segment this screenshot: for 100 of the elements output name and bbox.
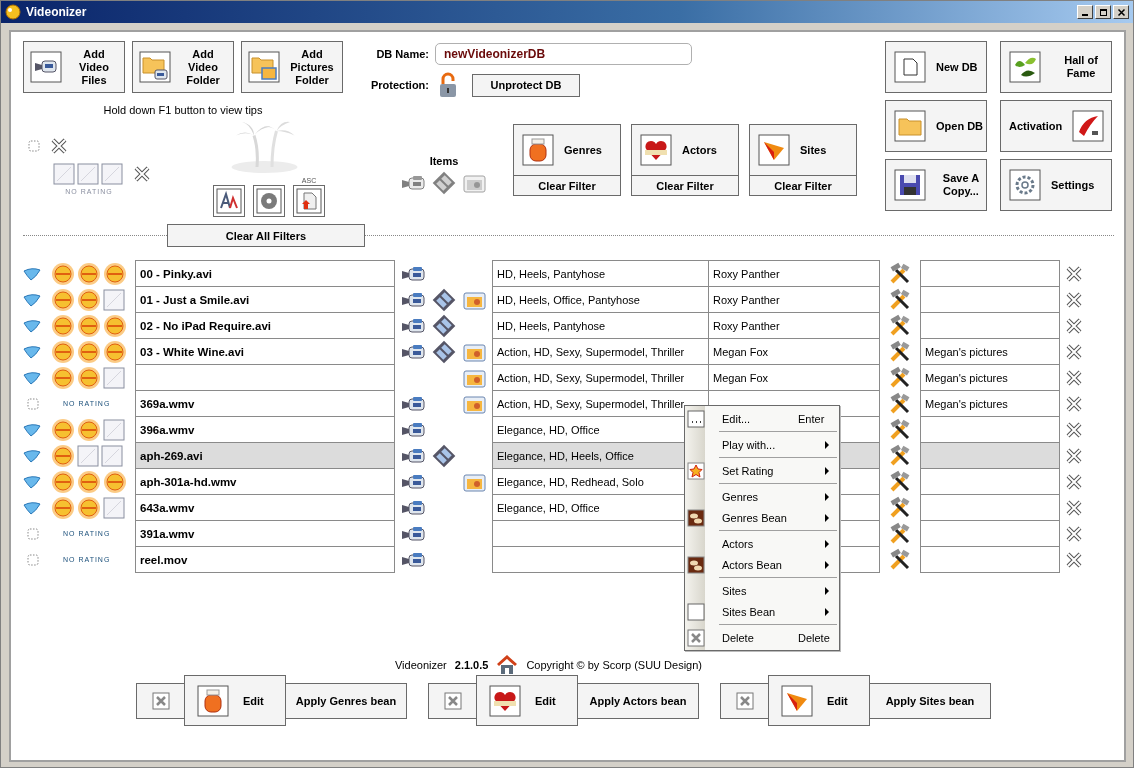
tools-icon[interactable] xyxy=(888,547,912,572)
delete-icon[interactable] xyxy=(1065,446,1083,465)
menu-item[interactable]: Set Rating xyxy=(685,460,839,481)
tools-icon[interactable] xyxy=(888,287,912,312)
checkbox[interactable] xyxy=(23,292,41,307)
apply-bean-button[interactable]: Apply Actors bean xyxy=(577,682,699,719)
checkbox[interactable] xyxy=(23,344,41,359)
delete-icon[interactable] xyxy=(1065,472,1083,491)
clear-all-filters-button[interactable]: Clear All Filters xyxy=(167,224,365,247)
checkbox[interactable] xyxy=(23,318,41,333)
delete-icon[interactable] xyxy=(1065,550,1083,569)
menu-item[interactable]: Sites Bean xyxy=(685,601,839,622)
name-cell[interactable]: aph-301a-hd.wmv xyxy=(135,468,395,495)
checkbox[interactable] xyxy=(27,527,39,540)
tools-icon[interactable] xyxy=(888,261,912,286)
clear-button[interactable] xyxy=(428,682,477,719)
db-button[interactable]: Open DB xyxy=(885,100,987,152)
name-cell[interactable]: 03 - White Wine.avi xyxy=(135,338,395,365)
tools-icon[interactable] xyxy=(888,365,912,390)
clear-filter-button[interactable]: Clear Filter xyxy=(749,175,857,196)
delete-icon[interactable] xyxy=(1065,264,1083,283)
sun-icon xyxy=(51,469,75,494)
app-name: Videonizer xyxy=(395,659,447,671)
maximize-button[interactable] xyxy=(1095,5,1111,19)
tools-icon[interactable] xyxy=(888,313,912,338)
add-button[interactable]: Add Video Files xyxy=(23,41,125,93)
menu-item-label: Play with... xyxy=(722,438,777,451)
name-cell[interactable]: 00 - Pinky.avi xyxy=(135,260,395,287)
name-cell[interactable]: 01 - Just a Smile.avi xyxy=(135,286,395,313)
name-cell[interactable]: 391a.wmv xyxy=(135,520,395,547)
add-button[interactable]: Add Pictures Folder xyxy=(241,41,343,93)
delete-icon[interactable] xyxy=(1065,316,1083,335)
sun-icon xyxy=(51,495,75,520)
sort-button[interactable] xyxy=(253,185,285,217)
menu-item[interactable]: Delete Delete xyxy=(685,627,839,648)
tools-icon[interactable] xyxy=(888,495,912,520)
tools-icon[interactable] xyxy=(888,339,912,364)
unprotect-button[interactable]: Unprotect DB xyxy=(472,73,580,97)
db-button[interactable]: New DB xyxy=(885,41,987,93)
tools-icon[interactable] xyxy=(888,391,912,416)
apply-bean-button[interactable]: Apply Sites bean xyxy=(869,682,991,719)
clear-filter-button[interactable]: Clear Filter xyxy=(513,175,621,196)
checkbox[interactable] xyxy=(27,553,39,566)
sun-icon xyxy=(103,261,127,286)
menu-item[interactable]: Edit... Enter xyxy=(685,408,839,429)
checkbox[interactable] xyxy=(23,370,41,385)
name-cell[interactable]: 369a.wmv xyxy=(135,390,395,417)
db-button[interactable]: Activation xyxy=(1000,100,1112,152)
sort-document-icon xyxy=(296,188,322,214)
name-cell[interactable] xyxy=(135,364,395,391)
delete-icon[interactable] xyxy=(1065,368,1083,387)
delete-icon[interactable] xyxy=(1065,420,1083,439)
tools-icon[interactable] xyxy=(888,443,912,468)
clear-button[interactable] xyxy=(136,682,185,719)
sun-icon xyxy=(51,443,75,468)
add-button[interactable]: Add Video Folder xyxy=(132,41,234,93)
delete-icon[interactable] xyxy=(1065,394,1083,413)
filter-button[interactable]: Genres xyxy=(513,124,621,176)
tools-icon[interactable] xyxy=(888,417,912,442)
close-button[interactable] xyxy=(1113,5,1129,19)
checkbox[interactable] xyxy=(23,448,41,463)
clear-filter-button[interactable]: Clear Filter xyxy=(631,175,739,196)
tools-icon[interactable] xyxy=(888,469,912,494)
menu-item[interactable]: Genres Bean xyxy=(685,507,839,528)
filter-button[interactable]: Actors xyxy=(631,124,739,176)
clear-button[interactable] xyxy=(720,682,769,719)
checkbox[interactable] xyxy=(28,140,40,152)
db-button[interactable]: Save A Copy... xyxy=(885,159,987,211)
name-cell[interactable]: aph-269.avi xyxy=(135,442,395,469)
edit-button[interactable]: Edit xyxy=(768,675,870,726)
minimize-button[interactable] xyxy=(1077,5,1093,19)
beans-icon xyxy=(687,555,705,574)
db-button[interactable]: Hall of Fame xyxy=(1000,41,1112,93)
delete-icon[interactable] xyxy=(1065,290,1083,309)
sort-button[interactable] xyxy=(293,185,325,217)
name-cell[interactable]: 02 - No iPad Require.avi xyxy=(135,312,395,339)
sun-icon xyxy=(103,313,127,338)
delete-icon[interactable] xyxy=(1065,524,1083,543)
sun-icon xyxy=(103,339,127,364)
name-cell[interactable]: 643a.wmv xyxy=(135,494,395,521)
edit-button[interactable]: Edit xyxy=(476,675,578,726)
db-name-field[interactable]: newVideonizerDB xyxy=(435,43,692,65)
filter-button[interactable]: Sites xyxy=(749,124,857,176)
edit-button[interactable]: Edit xyxy=(184,675,286,726)
menu-item[interactable]: Actors Bean xyxy=(685,554,839,575)
empty-slot-icon xyxy=(101,163,123,185)
checkbox[interactable] xyxy=(27,397,39,410)
db-button[interactable]: Settings xyxy=(1000,159,1112,211)
menu-item[interactable]: Sites xyxy=(685,580,839,601)
sort-button[interactable] xyxy=(213,185,245,217)
name-cell[interactable]: reel.mov xyxy=(135,546,395,573)
checkbox[interactable] xyxy=(23,266,41,281)
checkbox[interactable] xyxy=(23,422,41,437)
checkbox[interactable] xyxy=(23,474,41,489)
delete-icon[interactable] xyxy=(1065,342,1083,361)
checkbox[interactable] xyxy=(23,500,41,515)
tools-icon[interactable] xyxy=(888,521,912,546)
delete-icon[interactable] xyxy=(1065,498,1083,517)
menu-item[interactable]: Actors xyxy=(685,533,839,554)
apply-bean-button[interactable]: Apply Genres bean xyxy=(285,682,407,719)
